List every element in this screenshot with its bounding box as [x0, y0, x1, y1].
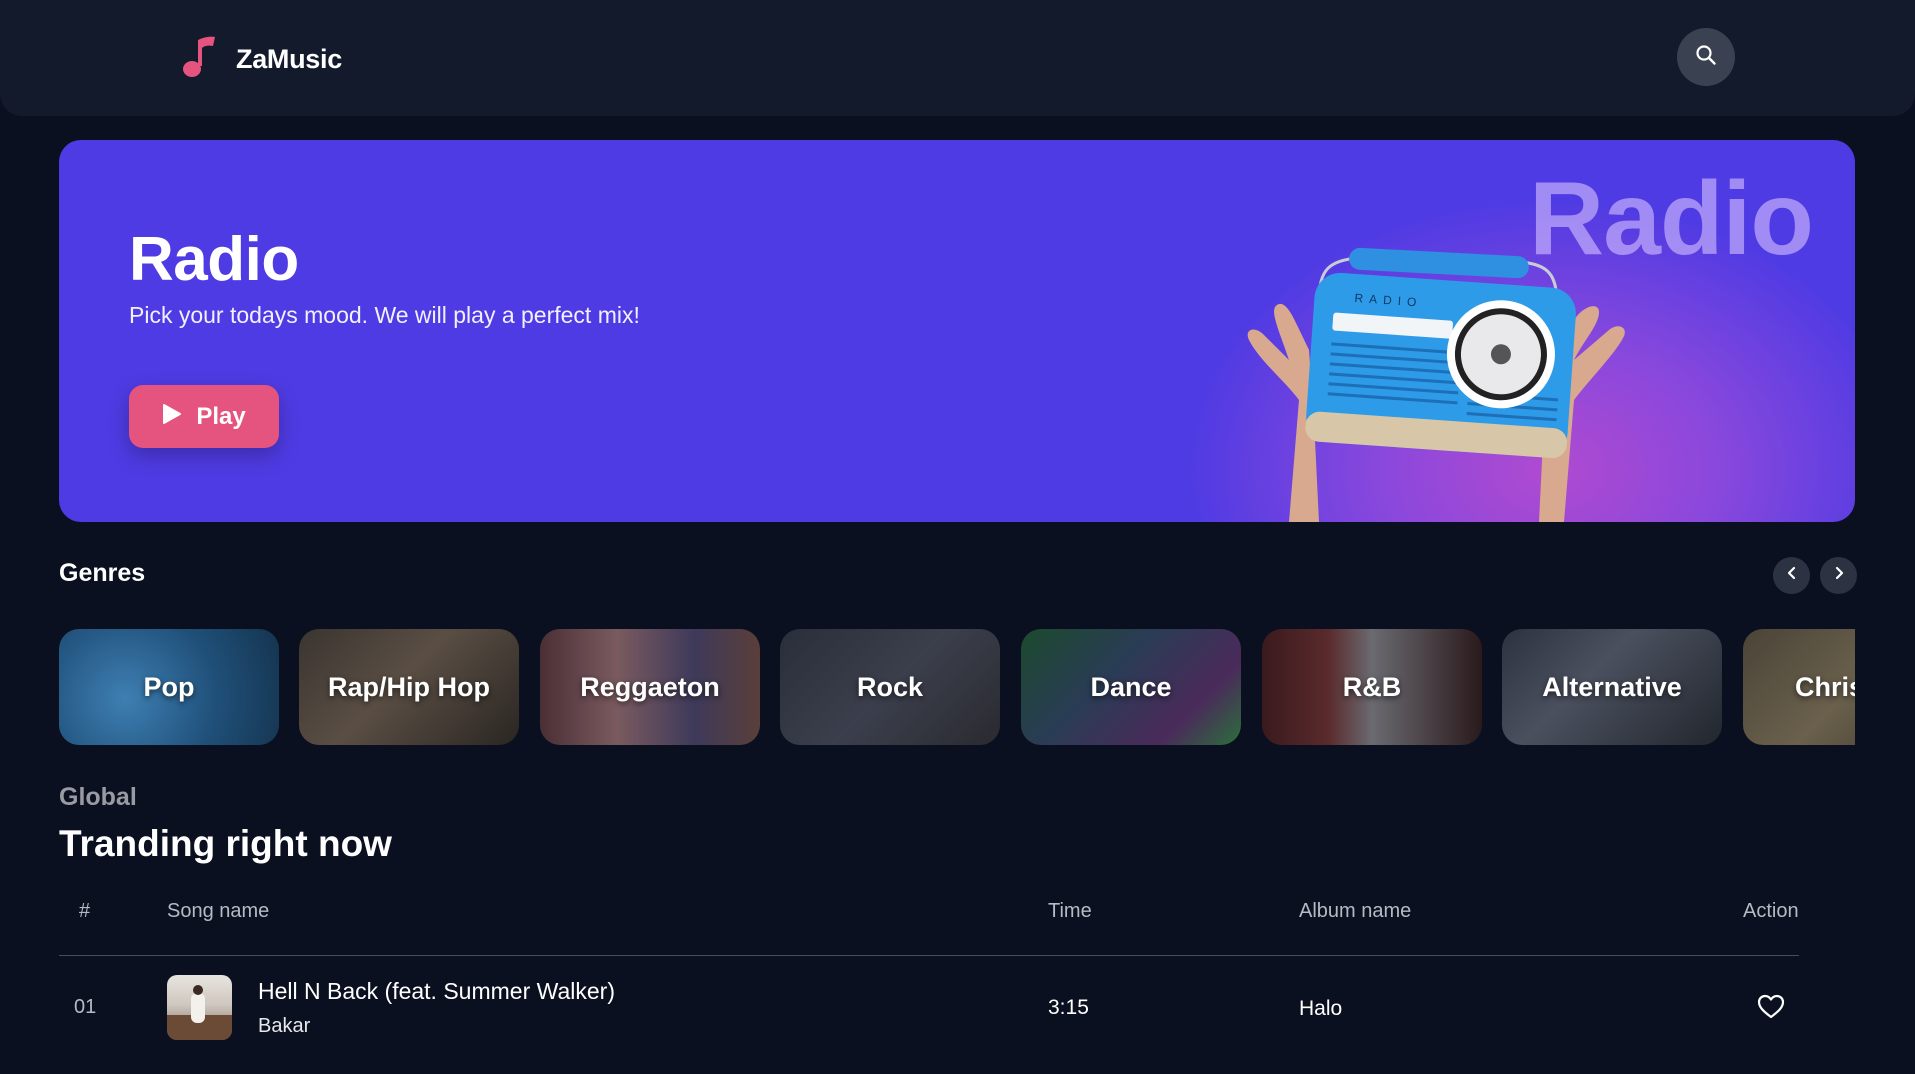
- top-bar: ZaMusic: [0, 0, 1915, 116]
- genres-nav: [1773, 557, 1857, 594]
- chevron-right-icon: [1832, 566, 1846, 585]
- hero-title: Radio: [129, 225, 299, 294]
- genre-label: Rock: [856, 671, 924, 702]
- table-divider: [59, 955, 1799, 956]
- column-header-time: Time: [1048, 900, 1092, 922]
- heart-icon: [1757, 994, 1785, 1024]
- genres-title: Genres: [59, 559, 146, 587]
- genre-label: Alternative: [1542, 671, 1682, 702]
- genre-card-christian[interactable]: Chris: [1743, 629, 1855, 745]
- trending-title: Tranding right now: [59, 823, 392, 864]
- song-duration: 3:15: [1048, 996, 1089, 1019]
- album-name[interactable]: Halo: [1299, 997, 1342, 1021]
- hero-subtitle: Pick your todays mood. We will play a pe…: [129, 302, 640, 328]
- music-note-icon: [178, 34, 218, 85]
- column-header-number: #: [79, 900, 91, 922]
- genre-label: Pop: [143, 671, 195, 702]
- column-header-action: Action: [1743, 900, 1799, 922]
- genre-card-rock[interactable]: Rock: [780, 629, 1000, 745]
- genre-card-dance[interactable]: Dance: [1021, 629, 1241, 745]
- genre-card-pop[interactable]: Pop: [59, 629, 279, 745]
- song-title[interactable]: Hell N Back (feat. Summer Walker): [258, 978, 615, 1005]
- play-label: Play: [196, 402, 246, 430]
- chevron-left-icon: [1785, 566, 1799, 585]
- brand[interactable]: ZaMusic: [178, 34, 342, 85]
- row-number: 01: [74, 996, 97, 1018]
- genre-label: Rap/Hip Hop: [328, 671, 490, 702]
- hero-banner: Radio RADIO Radio Pick your todays mood.…: [59, 140, 1855, 522]
- play-button[interactable]: Play: [129, 385, 279, 448]
- genre-label: Reggaeton: [580, 671, 720, 702]
- favorite-button[interactable]: [1757, 994, 1785, 1025]
- genres-prev-button[interactable]: [1773, 557, 1810, 594]
- genre-card-rnb[interactable]: R&B: [1262, 629, 1482, 745]
- search-icon: [1695, 44, 1717, 71]
- genres-next-button[interactable]: [1820, 557, 1857, 594]
- genres-carousel: Pop Rap/Hip Hop Reggaeton Rock Dance R&B…: [59, 629, 1855, 745]
- genre-label: Dance: [1090, 671, 1172, 702]
- column-header-song: Song name: [167, 900, 270, 922]
- column-header-album: Album name: [1299, 900, 1412, 922]
- genre-card-rap-hip-hop[interactable]: Rap/Hip Hop: [299, 629, 519, 745]
- play-icon: [162, 403, 182, 430]
- genre-label: Chris: [1795, 671, 1855, 702]
- song-artist[interactable]: Bakar: [258, 1015, 310, 1038]
- trending-kicker: Global: [59, 783, 137, 811]
- genre-label: R&B: [1342, 671, 1402, 702]
- genre-card-reggaeton[interactable]: Reggaeton: [540, 629, 760, 745]
- search-button[interactable]: [1677, 28, 1735, 86]
- radio-illustration: RADIO: [1179, 200, 1739, 522]
- brand-name: ZaMusic: [236, 44, 342, 74]
- genre-card-alternative[interactable]: Alternative: [1502, 629, 1722, 745]
- album-thumbnail: [167, 975, 232, 1040]
